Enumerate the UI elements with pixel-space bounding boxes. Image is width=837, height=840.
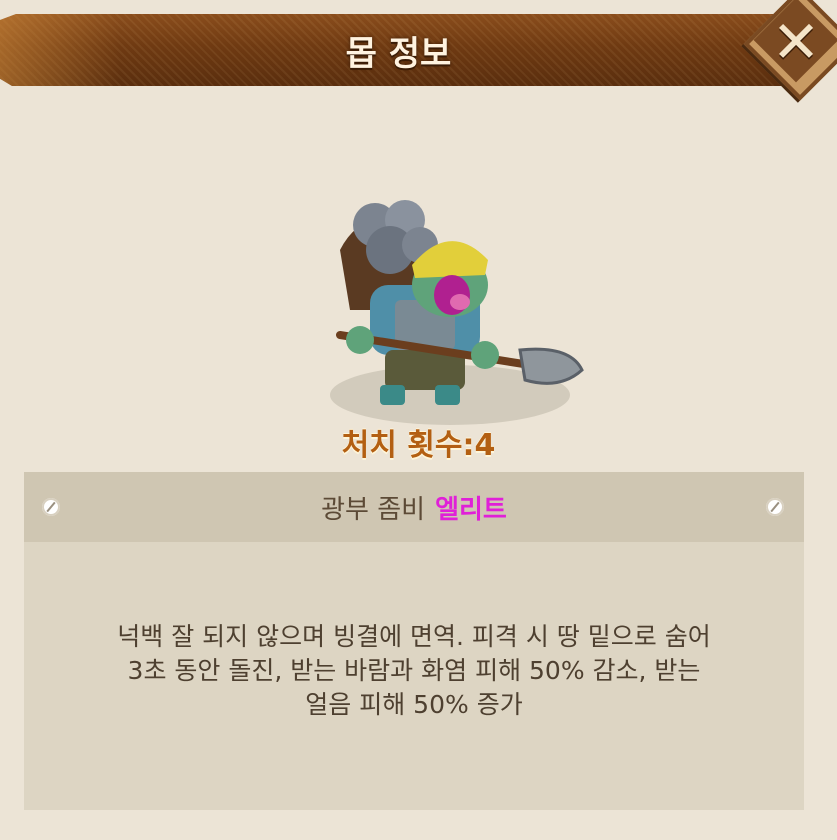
description-panel: 넉백 잘 되지 않으며 빙결에 면역. 피격 시 땅 밑으로 숨어 3초 동안 … (24, 542, 804, 810)
monster-name: 광부 좀비 (321, 494, 426, 525)
bolt-right-icon (766, 498, 784, 516)
monster-grade: 엘리트 (435, 494, 507, 525)
kill-count-text: 처치 횟수:4 (341, 428, 496, 463)
monster-portrait (330, 200, 584, 425)
monster-description: 넉백 잘 되지 않으며 빙결에 면역. 피격 시 땅 밑으로 숨어 3초 동안 … (117, 622, 711, 719)
page-title: 몹 정보 (345, 33, 452, 74)
monster-title: 광부 좀비 엘리트 (24, 472, 804, 542)
kill-count: 처치 횟수:4 (0, 420, 837, 464)
monster-name-bar: 광부 좀비 엘리트 (24, 472, 804, 542)
close-button[interactable]: ✕ (743, 0, 837, 101)
close-icon: ✕ (771, 8, 821, 76)
